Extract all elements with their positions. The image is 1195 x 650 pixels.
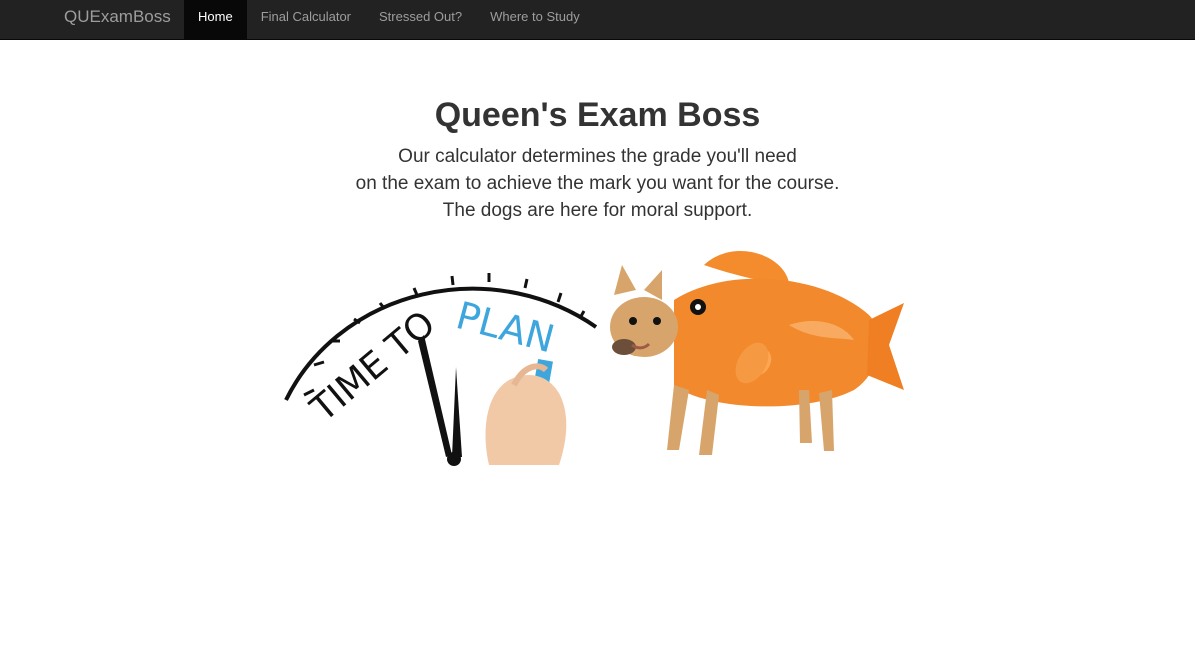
nav-item-final-calculator: Final Calculator bbox=[247, 0, 365, 40]
clock-text-plan: PLAN bbox=[452, 293, 559, 361]
nav-link-home[interactable]: Home bbox=[184, 0, 247, 40]
top-navbar: QUExamBoss Home Final Calculator Stresse… bbox=[0, 0, 1195, 40]
hero-description: Our calculator determines the grade you'… bbox=[0, 143, 1195, 224]
hero-images: TIME TO PLAN bbox=[284, 245, 909, 470]
hero-images-svg: TIME TO PLAN bbox=[284, 250, 904, 466]
brand-link[interactable]: QUExamBoss bbox=[64, 0, 171, 40]
time-to-plan-image: TIME TO PLAN bbox=[284, 273, 598, 466]
hero-section: Queen's Exam Boss Our calculator determi… bbox=[0, 93, 1195, 224]
hero-line-1: Our calculator determines the grade you'… bbox=[398, 146, 797, 167]
nav-item-stressed-out: Stressed Out? bbox=[365, 0, 476, 40]
hero-line-2: on the exam to achieve the mark you want… bbox=[355, 173, 840, 194]
nav-menu: Home Final Calculator Stressed Out? Wher… bbox=[184, 0, 594, 40]
page-title: Queen's Exam Boss bbox=[434, 96, 761, 134]
clock-text-time-to: TIME TO bbox=[303, 303, 444, 430]
nav-item-home: Home bbox=[184, 0, 247, 40]
nav-link-where-to-study[interactable]: Where to Study bbox=[476, 0, 594, 40]
hand-with-marker bbox=[485, 358, 567, 465]
nav-link-final-calculator[interactable]: Final Calculator bbox=[247, 0, 365, 40]
hero-line-3: The dogs are here for moral support. bbox=[442, 200, 753, 221]
dog-in-goldfish-costume-image bbox=[610, 250, 904, 455]
nav-item-where-to-study: Where to Study bbox=[476, 0, 594, 40]
nav-link-stressed-out[interactable]: Stressed Out? bbox=[365, 0, 476, 40]
